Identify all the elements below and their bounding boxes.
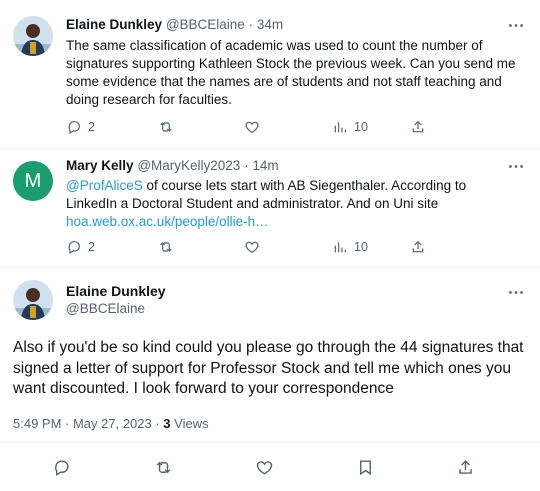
author-handle[interactable]: @MaryKelly2023 bbox=[137, 158, 240, 173]
retweet-button[interactable] bbox=[154, 458, 174, 478]
like-button[interactable] bbox=[255, 458, 275, 478]
author-name[interactable]: Elaine Dunkley bbox=[66, 17, 162, 32]
url-link[interactable]: hoa.web.ox.ac.uk/people/ollie-h… bbox=[66, 214, 269, 229]
like-button[interactable] bbox=[244, 239, 260, 255]
more-options-icon[interactable] bbox=[506, 17, 526, 33]
heart-icon bbox=[244, 119, 260, 135]
tweet-meta: 5:49 PM · May 27, 2023 · 3 Views bbox=[13, 416, 209, 431]
heart-icon bbox=[244, 239, 260, 255]
reply-button[interactable] bbox=[52, 458, 72, 478]
like-button[interactable] bbox=[244, 119, 260, 135]
views-count: 10 bbox=[354, 240, 368, 254]
bookmark-button[interactable] bbox=[356, 458, 376, 478]
relative-time[interactable]: · 14m bbox=[244, 158, 279, 173]
reply-count: 2 bbox=[88, 240, 95, 254]
share-button[interactable] bbox=[410, 239, 426, 255]
views-label: Views bbox=[170, 416, 209, 431]
retweet-button[interactable] bbox=[158, 119, 174, 135]
author-handle[interactable]: @BBCElaine bbox=[66, 301, 145, 316]
views-count: 10 bbox=[354, 120, 368, 134]
bookmark-icon bbox=[360, 460, 371, 476]
share-icon bbox=[459, 460, 472, 474]
reply-count: 2 bbox=[88, 120, 95, 134]
timestamp[interactable]: 5:49 PM · May 27, 2023 · bbox=[13, 416, 163, 431]
mention-link[interactable]: @ProfAliceS bbox=[66, 178, 143, 193]
reply-icon bbox=[66, 239, 82, 255]
tweet-text: The same classification of academic was … bbox=[66, 38, 516, 107]
share-button[interactable] bbox=[410, 119, 426, 135]
reply-tweet-1[interactable]: Elaine Dunkley @BBCElaine · 34m The same… bbox=[0, 0, 540, 148]
share-button[interactable] bbox=[456, 458, 476, 478]
views-button[interactable]: 10 bbox=[332, 119, 368, 135]
relative-time[interactable]: · 34m bbox=[249, 17, 284, 32]
tweet-text: @ProfAliceS of course lets start with AB… bbox=[66, 177, 518, 231]
avatar-letter: M bbox=[24, 169, 42, 192]
heart-icon bbox=[256, 461, 273, 475]
avatar[interactable] bbox=[13, 280, 53, 320]
retweet-button[interactable] bbox=[158, 239, 174, 255]
divider bbox=[0, 442, 540, 443]
reply-button[interactable]: 2 bbox=[66, 239, 95, 255]
retweet-icon bbox=[158, 119, 174, 135]
main-tweet-text: Also if you'd be so kind could you pleas… bbox=[13, 339, 524, 397]
reply-button[interactable]: 2 bbox=[66, 119, 95, 135]
reply-icon bbox=[66, 119, 82, 135]
more-options-icon[interactable] bbox=[506, 284, 526, 300]
author-name[interactable]: Elaine Dunkley bbox=[66, 283, 166, 299]
views-button[interactable]: 10 bbox=[332, 239, 368, 255]
divider bbox=[0, 267, 540, 268]
reply-tweet-2[interactable]: M Mary Kelly @MaryKelly2023 · 14m @ProfA… bbox=[0, 149, 540, 267]
views-total: 3 bbox=[163, 416, 171, 431]
more-options-icon[interactable] bbox=[506, 158, 526, 174]
author-handle[interactable]: @BBCElaine bbox=[166, 17, 245, 32]
author-name[interactable]: Mary Kelly bbox=[66, 158, 134, 173]
retweet-icon bbox=[158, 239, 174, 255]
retweet-icon bbox=[156, 461, 171, 474]
share-icon bbox=[410, 239, 426, 255]
reply-icon bbox=[55, 460, 69, 476]
share-icon bbox=[410, 119, 426, 135]
views-chart-icon bbox=[332, 119, 348, 135]
avatar[interactable]: M bbox=[13, 161, 53, 201]
views-chart-icon bbox=[332, 239, 348, 255]
avatar[interactable] bbox=[13, 16, 53, 56]
